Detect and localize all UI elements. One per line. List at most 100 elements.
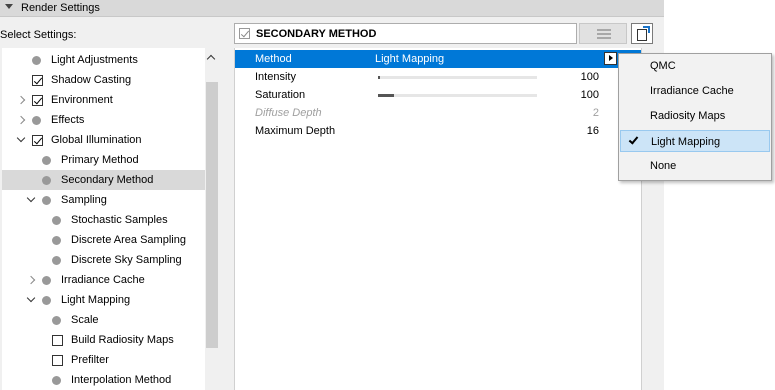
- bullet-icon: [42, 176, 51, 185]
- chevron-right-icon[interactable]: [16, 95, 26, 105]
- export-button[interactable]: [631, 23, 653, 44]
- property-name: Intensity: [255, 71, 296, 83]
- menu-item-label: Light Mapping: [651, 136, 721, 148]
- tree-item-checkbox[interactable]: [52, 335, 63, 346]
- chevron-down-icon[interactable]: [26, 293, 36, 303]
- chevron-right-icon[interactable]: [26, 275, 36, 285]
- scroll-up-arrow-icon[interactable]: [206, 54, 216, 64]
- tree-item[interactable]: Interpolation Method: [2, 370, 205, 390]
- properties-panel: Method Light Mapping Intensity 100 Saturatio…: [234, 48, 642, 390]
- menu-item[interactable]: Irradiance Cache: [620, 80, 770, 102]
- property-name: Saturation: [255, 89, 306, 101]
- property-row[interactable]: Saturation 100: [235, 86, 641, 104]
- menu-item-label: QMC: [650, 60, 676, 72]
- property-row[interactable]: Diffuse Depth 2: [235, 104, 641, 122]
- scrollbar-thumb[interactable]: [206, 82, 218, 348]
- tree-item[interactable]: Sampling: [2, 190, 205, 210]
- tree-item-label: Sampling: [61, 194, 107, 206]
- menu-item[interactable]: Light Mapping: [620, 130, 770, 152]
- chevron-down-icon[interactable]: [16, 133, 26, 143]
- tree-item[interactable]: Prefilter: [2, 350, 205, 370]
- tree-item[interactable]: Stochastic Samples: [2, 210, 205, 230]
- tree-item-checkbox[interactable]: [32, 75, 43, 86]
- tree-item[interactable]: Environment: [2, 90, 205, 110]
- property-slider[interactable]: [378, 94, 537, 97]
- property-row[interactable]: Intensity 100: [235, 68, 641, 86]
- tree-item[interactable]: Shadow Casting: [2, 70, 205, 90]
- header-title: SECONDARY METHOD: [256, 28, 377, 40]
- enable-checkbox[interactable]: [239, 28, 250, 39]
- property-row[interactable]: Method Light Mapping: [235, 50, 641, 68]
- tree-item[interactable]: Light Mapping: [2, 290, 205, 310]
- dropdown-arrow-icon[interactable]: [604, 52, 617, 65]
- checkmark-icon: [628, 134, 639, 145]
- tree-item[interactable]: Effects: [2, 110, 205, 130]
- tree-item-label: Stochastic Samples: [71, 214, 168, 226]
- tree-item[interactable]: Secondary Method: [2, 170, 205, 190]
- tree-item[interactable]: Primary Method: [2, 150, 205, 170]
- menu-item-label: Radiosity Maps: [650, 110, 726, 122]
- bullet-icon: [32, 116, 41, 125]
- tree-item-label: Primary Method: [61, 154, 139, 166]
- tree-item[interactable]: Scale: [2, 310, 205, 330]
- tree-item-checkbox[interactable]: [32, 135, 43, 146]
- list-icon: [597, 29, 611, 31]
- tree-item[interactable]: Light Adjustments: [2, 50, 205, 70]
- list-icon: [597, 37, 611, 39]
- tree-item[interactable]: Build Radiosity Maps: [2, 330, 205, 350]
- bullet-icon: [42, 156, 51, 165]
- tree-item-label: Build Radiosity Maps: [71, 334, 174, 346]
- tree-item-label: Shadow Casting: [51, 74, 132, 86]
- bullet-icon: [52, 376, 61, 385]
- tree-item[interactable]: Irradiance Cache: [2, 270, 205, 290]
- tree-item[interactable]: Discrete Area Sampling: [2, 230, 205, 250]
- menu-item[interactable]: QMC: [620, 55, 770, 77]
- menu-item[interactable]: None: [620, 155, 770, 177]
- secondary-method-header: SECONDARY METHOD: [234, 23, 577, 44]
- section-title: Render Settings: [21, 2, 100, 14]
- bullet-icon: [42, 196, 51, 205]
- bullet-icon: [52, 256, 61, 265]
- tree-scrollbar[interactable]: [205, 48, 219, 390]
- method-dropdown-menu[interactable]: QMC Irradiance Cache Radiosity Maps Light M…: [618, 53, 772, 181]
- export-arrow-icon: [643, 26, 650, 33]
- render-settings-header[interactable]: Render Settings: [0, 0, 664, 17]
- tree-item-checkbox[interactable]: [32, 95, 43, 106]
- property-number: 2: [592, 107, 599, 119]
- tree-item-label: Prefilter: [71, 354, 109, 366]
- property-number[interactable]: 100: [581, 71, 599, 83]
- tree-item-label: Environment: [51, 94, 113, 106]
- property-number[interactable]: 16: [587, 125, 599, 137]
- property-name: Method: [255, 53, 292, 65]
- bullet-icon: [52, 216, 61, 225]
- settings-tree[interactable]: Light Adjustments Shadow Casting Environme…: [2, 48, 219, 390]
- menu-item[interactable]: Radiosity Maps: [620, 105, 770, 127]
- tree-item-label: Irradiance Cache: [61, 274, 145, 286]
- list-icon: [597, 33, 611, 35]
- property-name: Maximum Depth: [255, 125, 336, 137]
- tree-item-label: Light Mapping: [61, 294, 131, 306]
- bullet-icon: [52, 316, 61, 325]
- property-value: Light Mapping: [375, 53, 445, 65]
- bullet-icon: [52, 236, 61, 245]
- chevron-right-icon[interactable]: [16, 115, 26, 125]
- tree-item-checkbox[interactable]: [52, 355, 63, 366]
- tree-item[interactable]: Global Illumination: [2, 130, 205, 150]
- bullet-icon: [32, 56, 41, 65]
- collapse-arrow-icon[interactable]: [5, 4, 13, 9]
- menu-item-label: None: [650, 160, 677, 172]
- tree-item-label: Secondary Method: [61, 174, 154, 186]
- property-row[interactable]: Maximum Depth 16: [235, 122, 641, 140]
- tree-item[interactable]: Discrete Sky Sampling: [2, 250, 205, 270]
- select-settings-label: Select Settings:: [0, 29, 77, 41]
- chevron-down-icon[interactable]: [26, 193, 36, 203]
- property-slider[interactable]: [378, 76, 537, 79]
- property-number[interactable]: 100: [581, 89, 599, 101]
- tree-item-label: Discrete Area Sampling: [71, 234, 186, 246]
- slider-fill: [378, 94, 394, 97]
- tree-item-label: Interpolation Method: [71, 374, 172, 386]
- tree-item-label: Scale: [71, 314, 99, 326]
- list-view-button[interactable]: [579, 23, 627, 44]
- tree-item-label: Discrete Sky Sampling: [71, 254, 182, 266]
- tree-item-label: Light Adjustments: [51, 54, 138, 66]
